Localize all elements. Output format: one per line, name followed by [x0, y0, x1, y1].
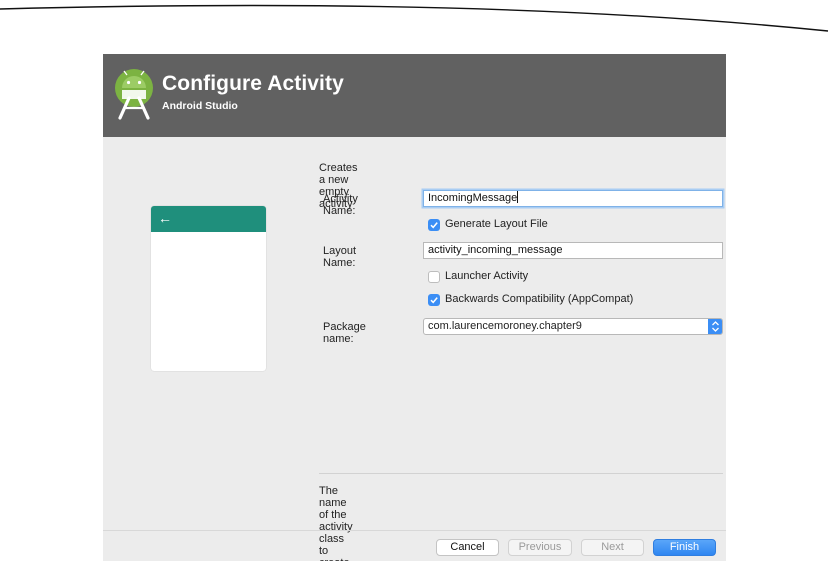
package-name-select[interactable]: com.laurencemoroney.chapter9	[423, 318, 723, 335]
dialog-header: Configure Activity Android Studio	[103, 54, 726, 137]
layout-name-input[interactable]: activity_incoming_message	[423, 242, 723, 259]
dialog-subtitle: Android Studio	[162, 100, 238, 112]
previous-button[interactable]: Previous	[508, 539, 572, 556]
footer-divider	[103, 530, 726, 531]
preview-app-bar: ←	[151, 206, 266, 232]
field-hint-text: The name of the activity class to create	[319, 485, 353, 561]
page-edge-curve	[0, 4, 829, 32]
back-arrow-icon: ←	[158, 210, 172, 226]
activity-name-label: Activity Name:	[323, 193, 358, 217]
next-button[interactable]: Next	[581, 539, 644, 556]
activity-preview-thumbnail: ←	[151, 206, 266, 371]
dialog-title: Configure Activity	[162, 72, 344, 95]
package-name-value: com.laurencemoroney.chapter9	[428, 320, 582, 332]
launcher-activity-label: Launcher Activity	[445, 270, 529, 282]
configure-activity-dialog: Configure Activity Android Studio ← Crea…	[103, 54, 726, 561]
package-name-label: Package name:	[323, 321, 366, 345]
android-studio-logo-icon	[115, 69, 153, 120]
select-updown-arrows-icon[interactable]	[708, 319, 722, 334]
launcher-activity-checkbox[interactable]	[428, 271, 440, 283]
generate-layout-checkbox[interactable]	[428, 219, 440, 231]
backwards-compat-checkbox[interactable]	[428, 294, 440, 306]
finish-button[interactable]: Finish	[653, 539, 716, 556]
hint-divider	[319, 473, 723, 474]
generate-layout-label: Generate Layout File	[445, 218, 548, 230]
layout-name-label: Layout Name:	[323, 245, 357, 269]
activity-name-input[interactable]: IncomingMessage	[423, 190, 723, 207]
backwards-compat-label: Backwards Compatibility (AppCompat)	[445, 293, 634, 305]
cancel-button[interactable]: Cancel	[436, 539, 499, 556]
